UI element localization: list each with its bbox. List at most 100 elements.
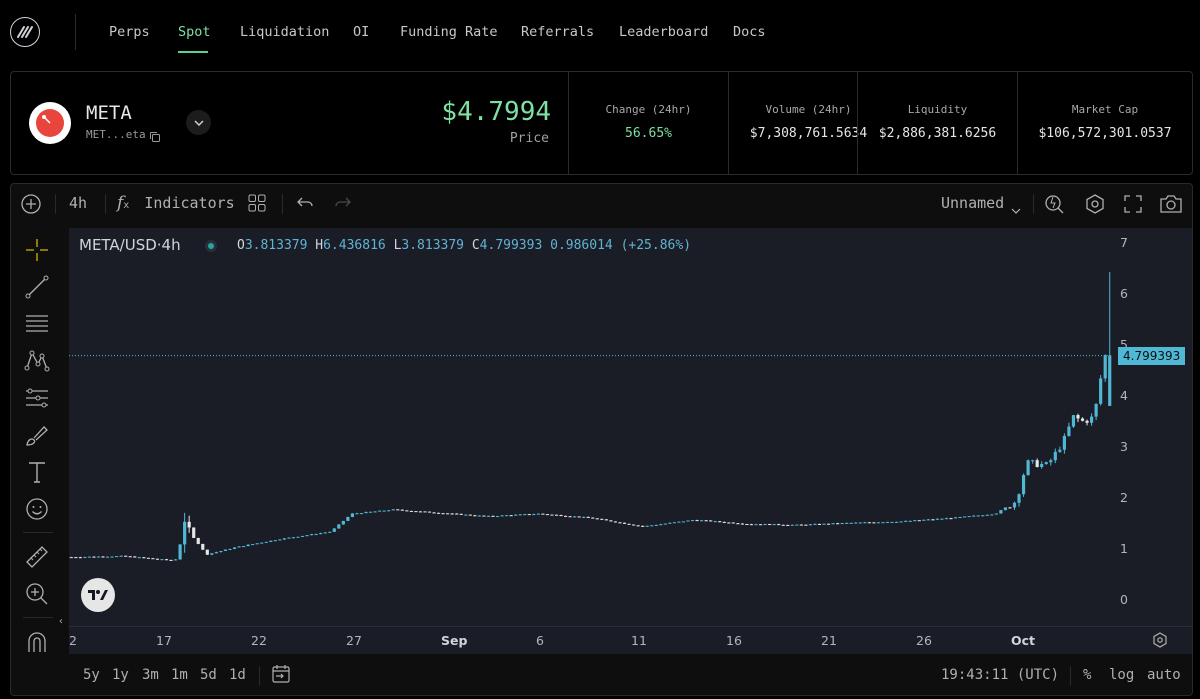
candle-body [582, 516, 586, 518]
candle-body [436, 512, 441, 514]
candle-body [872, 522, 876, 524]
layout-grid-icon[interactable] [248, 194, 266, 216]
nav-item-referrals[interactable]: Referrals [521, 24, 594, 40]
fullscreen-icon[interactable] [1123, 194, 1143, 218]
emoji-icon[interactable] [24, 496, 50, 522]
quick-search-icon[interactable] [1044, 193, 1066, 219]
ruler-icon[interactable] [24, 544, 50, 570]
candle-body [128, 556, 132, 558]
nav-item-liquidation[interactable]: Liquidation [240, 24, 329, 40]
candle-body [953, 517, 958, 519]
redo-icon[interactable] [334, 195, 352, 215]
auto-scale-toggle[interactable]: auto [1147, 667, 1181, 683]
price-tick-label: 3 [1120, 439, 1128, 455]
percent-scale-toggle[interactable]: % [1083, 667, 1091, 683]
nav-item-funding-rate[interactable]: Funding Rate [400, 24, 498, 40]
market-status-icon [205, 240, 217, 252]
logo-icon[interactable] [10, 17, 40, 47]
candle-body [183, 521, 187, 545]
legend-high: 6.436816 [323, 238, 386, 253]
token-dropdown-button[interactable] [186, 110, 211, 135]
log-scale-toggle[interactable]: log [1109, 667, 1134, 683]
range-1m[interactable]: 1m [171, 667, 188, 683]
add-symbol-icon[interactable] [20, 193, 42, 219]
prediction-icon[interactable] [24, 385, 50, 411]
chart-plot-area[interactable]: META/USD·4h O3.813379 H6.436816 L3.81337… [69, 228, 1112, 626]
trend-line-icon[interactable] [24, 274, 50, 300]
candle-body [709, 520, 713, 522]
nav-item-perps[interactable]: Perps [109, 24, 150, 40]
price-axis[interactable]: 01234567 4.799393 [1112, 228, 1192, 626]
undo-icon[interactable] [296, 195, 314, 215]
stat-value: 56.65% [625, 126, 672, 141]
candle-body [554, 514, 559, 516]
range-3m[interactable]: 3m [142, 667, 159, 683]
candle-body [763, 524, 767, 526]
stat-label: Market Cap [1071, 103, 1139, 116]
candle-body [636, 525, 640, 527]
range-1d[interactable]: 1d [229, 667, 246, 683]
candle-body [1017, 494, 1021, 503]
nav-item-docs[interactable]: Docs [733, 24, 766, 40]
candle-body [686, 520, 690, 522]
nav-item-spot[interactable]: Spot [178, 24, 211, 40]
nav-item-leaderboard[interactable]: Leaderboard [619, 24, 708, 40]
price-tick-label: 6 [1120, 286, 1128, 302]
candle-body [536, 513, 540, 515]
candle-body [550, 514, 554, 516]
candle-body [396, 509, 400, 511]
candle-body [786, 524, 790, 526]
nav-item-oi[interactable]: OI [353, 24, 369, 40]
candle-body [677, 521, 681, 523]
candle-body [940, 518, 944, 520]
candle-body [319, 533, 323, 535]
chevron-down-icon[interactable] [1011, 200, 1021, 218]
candle-body [863, 522, 867, 524]
candle-body [310, 534, 314, 536]
indicators-button[interactable]: fx Indicators [117, 193, 235, 213]
candle-body [169, 559, 173, 561]
candle-body [618, 522, 622, 524]
candle-body [976, 515, 980, 517]
camera-icon[interactable] [1159, 193, 1183, 219]
interval-button[interactable]: 4h [69, 194, 87, 212]
candle-body [967, 516, 971, 518]
brush-icon[interactable] [24, 422, 50, 448]
collapse-arrow-icon[interactable]: ‹ [58, 616, 64, 627]
axis-settings-icon[interactable] [1152, 632, 1168, 652]
magnet-icon[interactable] [24, 629, 50, 655]
price-chart[interactable] [69, 228, 1112, 626]
zoom-in-icon[interactable] [24, 581, 50, 607]
tradingview-logo-icon[interactable] [81, 578, 115, 612]
crosshair-icon[interactable] [24, 237, 50, 263]
legend-ohlc: O3.813379 H6.436816 L3.813379 C4.799393 … [237, 238, 691, 253]
candle-body [287, 537, 291, 539]
range-1y[interactable]: 1y [112, 667, 129, 683]
go-to-date-icon[interactable] [271, 664, 291, 688]
time-tick-label: Oct [1011, 633, 1036, 648]
candle-body [278, 539, 282, 541]
candle-body [133, 556, 137, 558]
time-axis[interactable]: 2 17 22 27 Sep 6 11 16 21 26 Oct [69, 626, 1192, 654]
time-tick-label: 2 [69, 633, 77, 648]
candle-body [972, 515, 976, 517]
nav-divider [75, 14, 76, 50]
candle-body [668, 522, 672, 524]
fib-retracement-icon[interactable] [24, 311, 50, 337]
toolbar-separator [259, 666, 260, 686]
candle-body [695, 520, 699, 522]
range-5d[interactable]: 5d [200, 667, 217, 683]
candle-body [387, 510, 391, 512]
candle-body [790, 524, 794, 526]
range-5y[interactable]: 5y [83, 667, 100, 683]
utc-clock[interactable]: 19:43:11 (UTC) [941, 667, 1059, 683]
candle-body [518, 514, 522, 516]
settings-icon[interactable] [1084, 193, 1106, 219]
copy-icon[interactable] [149, 128, 161, 142]
candle-body [1080, 418, 1085, 421]
layout-name[interactable]: Unnamed [941, 194, 1004, 212]
legend-o-label: O [237, 238, 245, 253]
candle-body [1071, 415, 1076, 427]
pattern-icon[interactable] [24, 348, 50, 374]
text-icon[interactable] [24, 459, 50, 485]
